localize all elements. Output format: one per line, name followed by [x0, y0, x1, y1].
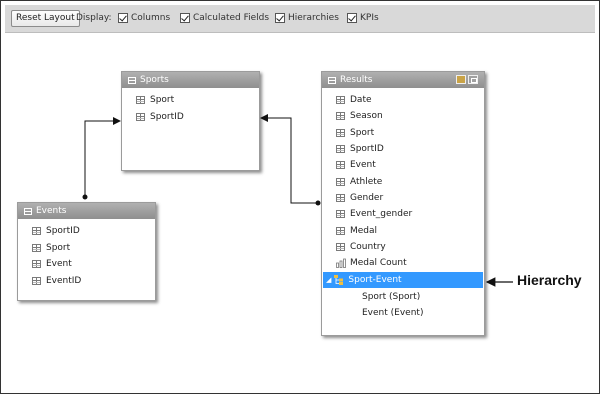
column-icon	[336, 145, 345, 153]
column-icon	[32, 227, 41, 235]
diagram-view-frame: Reset Layout Display: Columns Calculated…	[0, 0, 600, 394]
column-label: Sport	[350, 128, 375, 138]
sports-table-header[interactable]: Sports	[122, 72, 259, 88]
column-icon	[32, 260, 41, 268]
create-hierarchy-icon[interactable]	[456, 75, 466, 84]
results-table-title: Results	[340, 75, 373, 85]
relationship-lines	[82, 114, 513, 287]
column-label: Sport	[150, 95, 175, 105]
column-item[interactable]: EventID	[32, 273, 81, 289]
column-icon	[136, 113, 145, 121]
hierarchy-level-item[interactable]: Event (Event)	[362, 305, 423, 321]
column-label: Date	[350, 95, 372, 105]
sports-table-title: Sports	[140, 75, 169, 85]
kpi-item[interactable]: Medal Count	[336, 255, 407, 271]
results-sports-relationship-line	[260, 114, 318, 204]
column-label: EventID	[46, 276, 82, 286]
column-icon	[336, 161, 345, 169]
events-sports-relationship-line	[84, 117, 121, 197]
column-label: Country	[350, 242, 386, 252]
results-relationship-endpoint	[315, 200, 321, 206]
results-table-header[interactable]: Results	[322, 72, 484, 88]
column-item[interactable]: Country	[336, 239, 386, 255]
events-table-title: Events	[36, 206, 67, 216]
hierarchy-level-label: Sport (Sport)	[362, 292, 421, 302]
column-item[interactable]: Sport	[336, 125, 374, 141]
table-icon	[24, 207, 32, 215]
column-icon	[136, 96, 145, 104]
events-table-header[interactable]: Events	[18, 203, 155, 219]
column-label: Sport	[46, 243, 71, 253]
column-item[interactable]: SportID	[136, 109, 184, 125]
maximize-icon[interactable]	[468, 75, 478, 84]
column-label: Event	[46, 259, 72, 269]
column-label: Season	[350, 111, 383, 121]
kpi-icon	[336, 258, 346, 268]
column-label: Gender	[350, 193, 384, 203]
column-icon	[336, 112, 345, 120]
column-icon	[336, 210, 345, 218]
hierarchy-level-label: Event (Event)	[362, 308, 424, 318]
column-item[interactable]: Medal	[336, 223, 377, 239]
events-table[interactable]: Events SportID Sport Event EventID	[17, 202, 156, 301]
column-item[interactable]: Season	[336, 108, 383, 124]
column-item[interactable]: Date	[336, 92, 372, 108]
column-label: SportID	[150, 112, 184, 122]
hierarchy-icon	[334, 275, 344, 285]
column-icon	[336, 194, 345, 202]
column-item[interactable]: Sport	[32, 240, 70, 256]
hierarchy-item[interactable]: ◢ Sport-Event	[323, 272, 483, 288]
column-item[interactable]: Event_gender	[336, 206, 412, 222]
column-item[interactable]: Event	[32, 256, 72, 272]
column-item[interactable]: SportID	[336, 141, 384, 157]
table-icon	[328, 76, 336, 84]
column-icon	[336, 96, 345, 104]
column-item[interactable]: Gender	[336, 190, 383, 206]
column-label: SportID	[350, 144, 384, 154]
results-table[interactable]: Results Date Season Sport SportID Event …	[321, 71, 485, 336]
column-icon	[32, 277, 41, 285]
column-icon	[336, 243, 345, 251]
events-relationship-endpoint	[82, 194, 88, 200]
column-item[interactable]: Event	[336, 157, 376, 173]
kpi-label: Medal Count	[350, 258, 407, 268]
column-label: Event_gender	[350, 209, 413, 219]
column-icon	[32, 244, 41, 252]
hierarchy-callout-label: Hierarchy	[517, 272, 582, 288]
sports-table[interactable]: Sports Sport SportID	[121, 71, 260, 171]
column-label: Event	[350, 160, 376, 170]
hierarchy-level-item[interactable]: Sport (Sport)	[362, 289, 420, 305]
column-icon	[336, 129, 345, 137]
expand-triangle-icon[interactable]: ◢	[326, 276, 331, 284]
column-item[interactable]: Athlete	[336, 174, 382, 190]
table-icon	[128, 76, 136, 84]
column-label: Medal	[350, 226, 378, 236]
column-icon	[336, 178, 345, 186]
column-item[interactable]: SportID	[32, 223, 80, 239]
column-label: Athlete	[350, 177, 383, 187]
column-icon	[336, 227, 345, 235]
column-label: SportID	[46, 226, 80, 236]
hierarchy-label: Sport-Event	[348, 275, 402, 285]
column-item[interactable]: Sport	[136, 92, 174, 108]
